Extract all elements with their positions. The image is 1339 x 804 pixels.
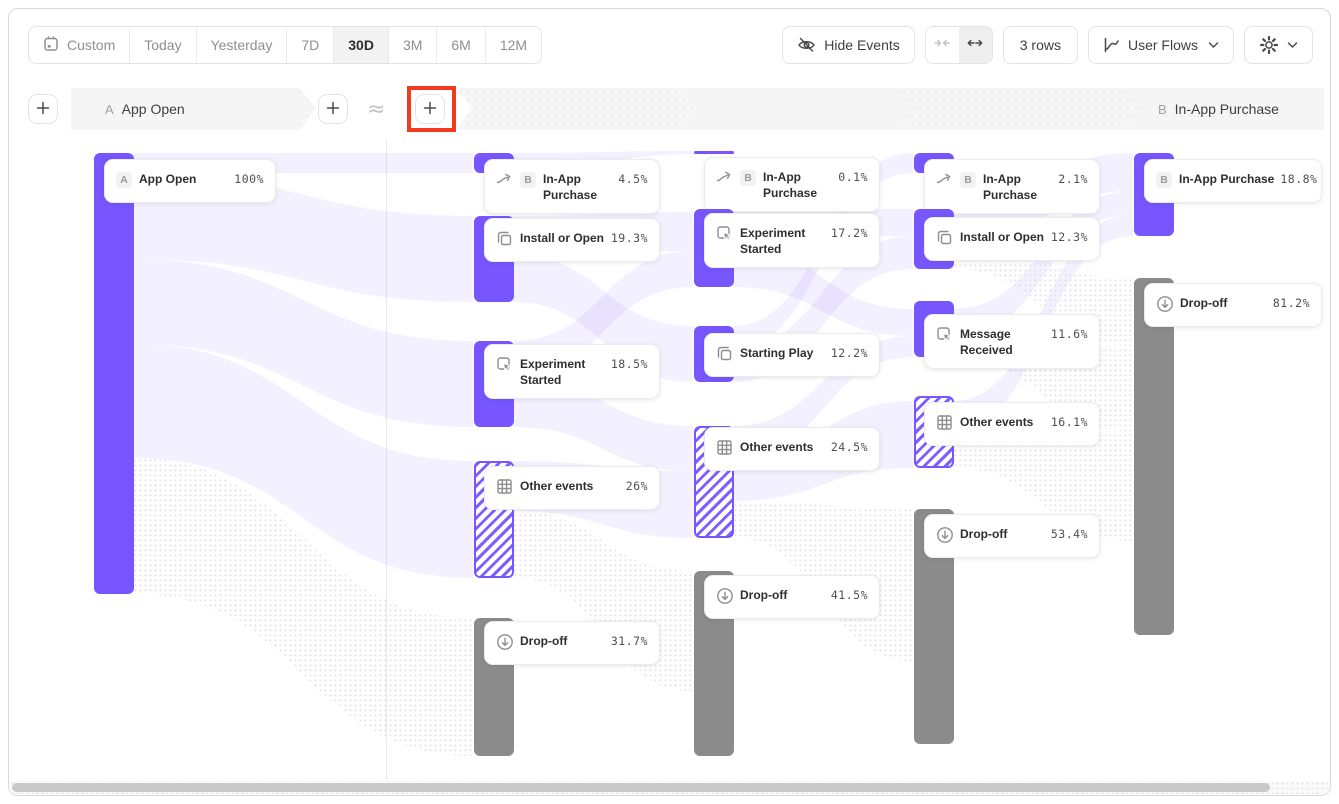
node-label: Drop-off: [960, 526, 1045, 542]
node-percent: 12.2%: [831, 346, 868, 360]
node-label: In-App Purchase: [983, 171, 1052, 203]
drop-off-icon: [716, 587, 733, 604]
node-label: Experiment Started: [740, 225, 825, 257]
node-label: Drop-off: [740, 587, 825, 603]
node-percent: 81.2%: [1273, 296, 1310, 310]
flow-node-card[interactable]: Other events 26%: [484, 466, 660, 510]
node-percent: 31.7%: [611, 634, 648, 648]
node-label: Drop-off: [520, 633, 605, 649]
flow-node-card[interactable]: B In-App Purchase 18.8%: [1144, 159, 1322, 203]
node-label: Install or Open: [960, 229, 1045, 245]
custom-event-icon: [936, 326, 953, 343]
node-label: Message Received: [960, 326, 1045, 358]
flow-bar-dropoff[interactable]: [1134, 278, 1174, 635]
node-label: Other events: [740, 439, 825, 455]
flow-node-card[interactable]: Drop-off 31.7%: [484, 621, 660, 665]
flow-node-card[interactable]: Drop-off 41.5%: [704, 575, 880, 619]
flow-node-card[interactable]: B In-App Purchase 4.5%: [484, 159, 660, 214]
node-percent: 12.3%: [1051, 230, 1088, 244]
event-icon: [716, 345, 733, 362]
flow-node-card[interactable]: Experiment Started 17.2%: [704, 213, 880, 268]
sankey-canvas: A App Open 100% B In-App Purchase 4.5% Install…: [9, 9, 1330, 795]
trending-icon: [936, 171, 953, 188]
horizontal-scrollbar-track[interactable]: [10, 781, 1329, 794]
node-percent: 53.4%: [1051, 527, 1088, 541]
node-label: Other events: [960, 414, 1045, 430]
node-label: App Open: [139, 171, 228, 187]
flow-node-card[interactable]: A App Open 100%: [104, 159, 276, 203]
step-badge: B: [1156, 172, 1172, 188]
node-percent: 19.3%: [611, 231, 648, 245]
node-label: Experiment Started: [520, 356, 605, 388]
event-icon: [496, 230, 513, 247]
node-percent: 16.1%: [1051, 415, 1088, 429]
flow-node-card[interactable]: Drop-off 81.2%: [1144, 283, 1322, 327]
step-badge: B: [520, 172, 536, 188]
flow-node-card[interactable]: B In-App Purchase 0.1%: [704, 157, 880, 212]
node-label: Other events: [520, 478, 620, 494]
flow-node-card[interactable]: Experiment Started 18.5%: [484, 344, 660, 399]
step-badge: B: [960, 172, 976, 188]
node-percent: 2.1%: [1058, 172, 1088, 186]
trending-icon: [496, 171, 513, 188]
horizontal-scrollbar-thumb[interactable]: [12, 783, 1270, 792]
node-percent: 18.5%: [611, 357, 648, 371]
sankey-ribbons: [9, 9, 1331, 796]
node-label: Install or Open: [520, 230, 605, 246]
trending-icon: [716, 169, 733, 186]
node-label: Drop-off: [1180, 295, 1267, 311]
node-percent: 26%: [626, 479, 648, 493]
flow-node-card[interactable]: Drop-off 53.4%: [924, 514, 1100, 558]
node-percent: 17.2%: [831, 226, 868, 240]
flow-node-card[interactable]: Message Received 11.6%: [924, 314, 1100, 369]
node-percent: 11.6%: [1051, 327, 1088, 341]
flow-node-card[interactable]: Install or Open 19.3%: [484, 218, 660, 262]
drop-off-icon: [936, 526, 953, 543]
node-percent: 100%: [234, 172, 264, 186]
flow-node-card[interactable]: Other events 24.5%: [704, 427, 880, 471]
node-percent: 24.5%: [831, 440, 868, 454]
node-percent: 18.8%: [1280, 172, 1317, 186]
user-flows-panel: CustomTodayYesterday7D30D3M6M12M Hide Ev…: [8, 8, 1331, 796]
drop-off-icon: [1156, 295, 1173, 312]
step-badge: B: [740, 170, 756, 186]
flow-node-card[interactable]: Starting Play 12.2%: [704, 333, 880, 377]
other-events-icon: [716, 439, 733, 456]
flow-bar-event[interactable]: [694, 151, 734, 154]
node-label: In-App Purchase: [543, 171, 612, 203]
node-percent: 41.5%: [831, 588, 868, 602]
other-events-icon: [936, 414, 953, 431]
custom-event-icon: [716, 225, 733, 242]
step-badge: A: [116, 172, 132, 188]
node-label: In-App Purchase: [1179, 171, 1274, 187]
flow-bar-event[interactable]: [94, 153, 134, 594]
node-label: Starting Play: [740, 345, 825, 361]
node-label: In-App Purchase: [763, 169, 832, 201]
flow-node-card[interactable]: Other events 16.1%: [924, 402, 1100, 446]
node-percent: 0.1%: [838, 170, 868, 184]
custom-event-icon: [496, 356, 513, 373]
flow-node-card[interactable]: B In-App Purchase 2.1%: [924, 159, 1100, 214]
other-events-icon: [496, 478, 513, 495]
flow-node-card[interactable]: Install or Open 12.3%: [924, 217, 1100, 261]
node-percent: 4.5%: [618, 172, 648, 186]
drop-off-icon: [496, 633, 513, 650]
event-icon: [936, 229, 953, 246]
